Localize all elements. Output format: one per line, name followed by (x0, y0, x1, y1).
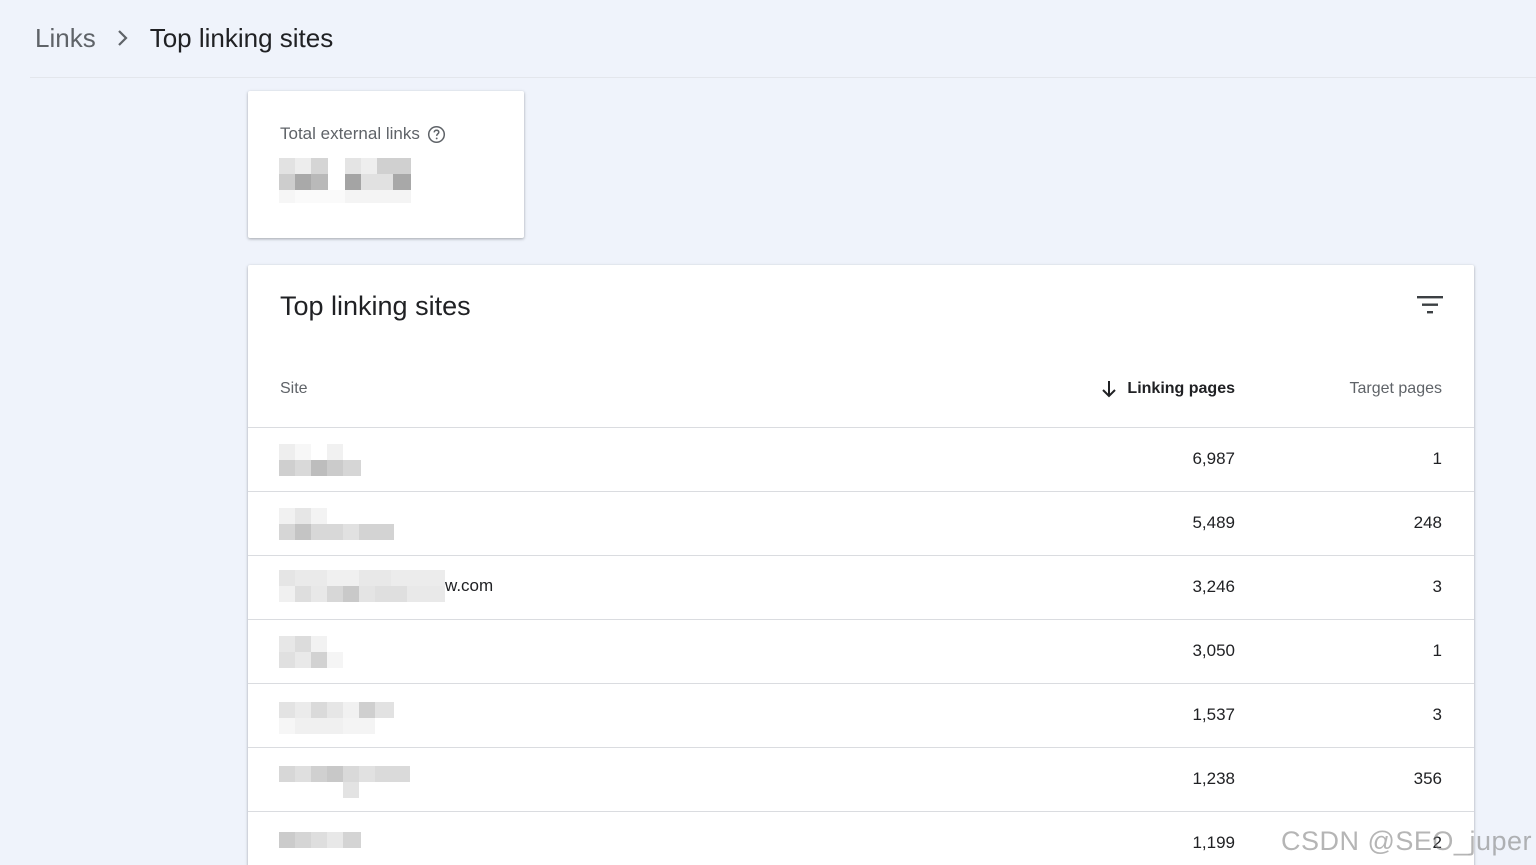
redacted-site-name (279, 820, 445, 865)
breadcrumb-links[interactable]: Links (35, 23, 96, 54)
redacted-site-name (279, 500, 445, 548)
target-pages-value: 3 (1432, 705, 1442, 724)
target-pages-value: 248 (1413, 513, 1442, 532)
linking-pages-value: 5,489 (1192, 513, 1235, 532)
page-title: Top linking sites (149, 22, 334, 53)
table-row[interactable]: 5,489 248 (248, 492, 1474, 556)
redacted-site-name (279, 436, 445, 484)
table-row[interactable]: w.com 3,246 3 (248, 556, 1474, 620)
linking-pages-value: 1,537 (1192, 705, 1235, 724)
table-title: Top linking sites (280, 291, 471, 321)
help-icon[interactable] (427, 125, 446, 144)
watermark: CSDN @SEO_juper (1281, 826, 1532, 856)
redacted-total-value (279, 158, 411, 203)
linking-pages-value: 3,246 (1192, 577, 1235, 596)
header-divider (30, 77, 1536, 78)
column-header-target-pages[interactable]: Target pages (1349, 379, 1442, 399)
total-external-links-label: Total external links (280, 124, 446, 144)
table-row[interactable]: 1,238 356 (248, 748, 1474, 812)
linking-pages-value: 1,238 (1192, 769, 1235, 788)
column-header-linking-pages[interactable]: Linking pages (1101, 379, 1235, 399)
table-row[interactable]: 1,537 3 (248, 684, 1474, 748)
chevron-right-icon (96, 28, 150, 48)
redacted-site-name (279, 628, 445, 676)
filter-icon (1417, 296, 1443, 314)
column-header-site[interactable]: Site (280, 379, 308, 399)
target-pages-value: 356 (1413, 769, 1442, 788)
target-pages-value: 1 (1432, 449, 1442, 468)
target-pages-value: 1 (1432, 641, 1442, 660)
top-linking-sites-card: Top linking sites Site Linking pages Tar… (248, 265, 1474, 865)
arrow-down-icon (1102, 381, 1117, 398)
redacted-site-name (279, 756, 445, 804)
table-row[interactable]: 6,987 1 (248, 428, 1474, 492)
linking-pages-value: 3,050 (1192, 641, 1235, 660)
linking-pages-label: Linking pages (1127, 380, 1235, 397)
total-external-links-card: Total external links (248, 91, 524, 238)
table-body: 6,987 1 5,489 248 w.com 3,246 3 3,050 1 … (248, 428, 1474, 865)
filter-button[interactable] (1414, 289, 1446, 321)
page: Links Top linking sites Total external l… (0, 0, 1536, 865)
breadcrumb: Links Top linking sites (35, 18, 333, 58)
summary-label-text: Total external links (280, 124, 420, 143)
linking-pages-value: 1,199 (1192, 833, 1235, 852)
table-row[interactable]: 3,050 1 (248, 620, 1474, 684)
site-name-suffix: w.com (445, 576, 494, 595)
redacted-site-name (279, 692, 445, 740)
redacted-site-name (279, 564, 445, 612)
target-pages-value: 3 (1432, 577, 1442, 596)
linking-pages-value: 6,987 (1192, 449, 1235, 468)
